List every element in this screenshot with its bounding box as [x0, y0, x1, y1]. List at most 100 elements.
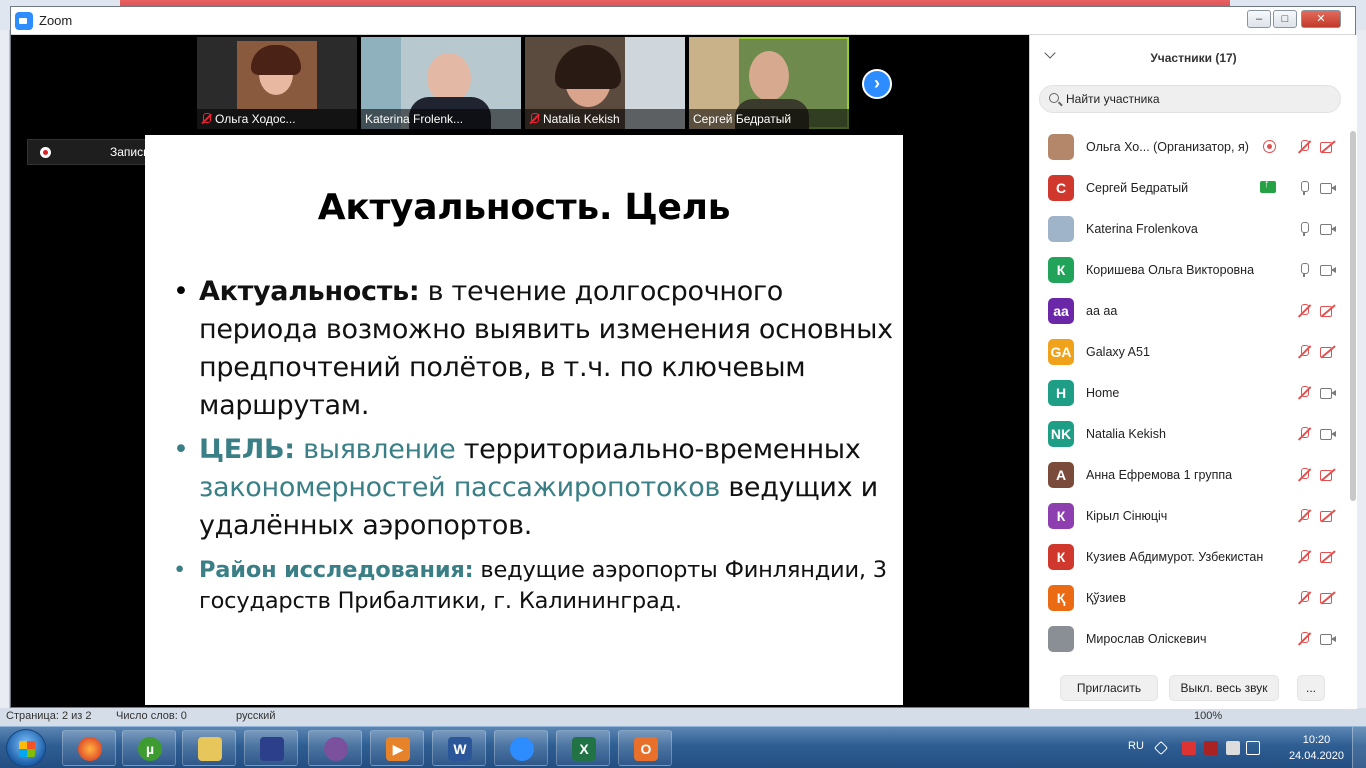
system-tray: RU 10:20 24.04.2020	[1120, 727, 1366, 768]
taskbar-outlook[interactable]: O	[618, 730, 672, 766]
camera-off-icon[interactable]	[1320, 345, 1336, 359]
taskbar-firefox[interactable]	[62, 730, 116, 766]
participant-row[interactable]: К Коришева Ольга Викторовна	[1030, 250, 1342, 291]
camera-icon[interactable]	[1320, 632, 1336, 646]
camera-off-icon[interactable]	[1320, 304, 1336, 318]
taskbar-utorrent[interactable]: µ	[122, 730, 176, 766]
participant-row[interactable]: H Home	[1030, 373, 1342, 414]
close-button[interactable]: ✕	[1301, 10, 1341, 28]
microphone-muted-icon[interactable]	[1296, 427, 1312, 441]
participant-row[interactable]: С Сергей Бедратый	[1030, 168, 1342, 209]
microphone-icon[interactable]	[1296, 181, 1312, 195]
video-thumb-3[interactable]: Natalia Kekish	[525, 37, 685, 129]
participant-row[interactable]: aa aa aa	[1030, 291, 1342, 332]
more-button[interactable]: ...	[1297, 675, 1325, 701]
video-thumb-4-active[interactable]: Сергей Бедратый	[689, 37, 849, 129]
tray-arrow-icon[interactable]	[1153, 740, 1169, 756]
microphone-muted-icon[interactable]	[1296, 345, 1312, 359]
word-zoom-level[interactable]: 100%	[1194, 710, 1222, 722]
participant-name: Мирослав Оліскевич	[1086, 632, 1207, 646]
mute-all-button[interactable]: Выкл. весь звук	[1169, 675, 1279, 701]
microphone-icon[interactable]	[1296, 222, 1312, 236]
taskbar-word[interactable]: W	[432, 730, 486, 766]
participants-panel: Участники (17) Найти участника Ольга Хо.…	[1029, 35, 1357, 709]
volume-icon[interactable]	[1246, 741, 1260, 755]
camera-icon[interactable]	[1320, 263, 1336, 277]
clock-date: 24.04.2020	[1288, 750, 1344, 762]
slide-title: Актуальность. Цель	[317, 187, 731, 228]
taskbar-excel[interactable]: X	[556, 730, 610, 766]
microphone-muted-icon[interactable]	[1296, 591, 1312, 605]
taskbar-viber[interactable]	[308, 730, 362, 766]
participant-name: Natalia Kekish	[1086, 427, 1166, 441]
participant-name: Кузиев Абдимурот. Узбекистан	[1086, 550, 1264, 564]
slide-bullets: Актуальность: в течение долгосрочного пе…	[173, 273, 893, 617]
taskbar-zoom[interactable]	[494, 730, 548, 766]
clock-time: 10:20	[1302, 734, 1331, 746]
word-icon: W	[448, 737, 472, 761]
participant-row[interactable]: К Кірыл Сінюціч	[1030, 496, 1342, 537]
camera-off-icon[interactable]	[1320, 591, 1336, 605]
participant-face	[749, 51, 789, 101]
microphone-muted-icon[interactable]	[1296, 632, 1312, 646]
minimize-button[interactable]: –	[1247, 10, 1271, 28]
participant-search-input[interactable]: Найти участника	[1039, 85, 1341, 113]
microphone-muted-icon[interactable]	[1296, 140, 1312, 154]
record-icon	[40, 147, 51, 158]
participant-name: Қўзиев	[1086, 591, 1126, 605]
zoom-logo-icon	[15, 12, 33, 30]
avatar: К	[1048, 544, 1074, 570]
participant-row[interactable]: А Анна Ефремова 1 группа	[1030, 455, 1342, 496]
language-indicator[interactable]: RU	[1128, 740, 1144, 752]
invite-button[interactable]: Пригласить	[1060, 675, 1158, 701]
microphone-muted-icon[interactable]	[1296, 386, 1312, 400]
participant-row[interactable]: К Кузиев Абдимурот. Узбекистан	[1030, 537, 1342, 578]
participant-name: Ольга Хо... (Организатор, я)	[1086, 140, 1249, 154]
network-icon[interactable]	[1226, 741, 1240, 755]
camera-icon[interactable]	[1320, 222, 1336, 236]
recording-icon	[1263, 140, 1276, 153]
folder-icon	[198, 737, 222, 761]
video-thumb-label: Natalia Kekish	[525, 109, 685, 129]
utorrent-icon: µ	[138, 737, 162, 761]
camera-off-icon[interactable]	[1320, 509, 1336, 523]
participants-list: Ольга Хо... (Организатор, я) С Сергей Бедр…	[1030, 127, 1342, 667]
participant-row[interactable]: Қ Қўзиев	[1030, 578, 1342, 619]
show-desktop-button[interactable]	[1352, 727, 1366, 768]
microphone-muted-icon[interactable]	[1296, 304, 1312, 318]
avatar: aa	[1048, 298, 1074, 324]
camera-icon[interactable]	[1320, 386, 1336, 400]
participant-row[interactable]: Мирослав Оліскевич	[1030, 619, 1342, 660]
participant-row[interactable]: Katerina Frolenkova	[1030, 209, 1342, 250]
camera-icon[interactable]	[1320, 181, 1336, 195]
microphone-muted-icon[interactable]	[1296, 509, 1312, 523]
clock[interactable]: 10:20 24.04.2020	[1289, 732, 1344, 764]
video-thumb-label: Katerina Frolenk...	[361, 109, 521, 129]
participants-scrollbar[interactable]	[1350, 131, 1356, 501]
microphone-muted-icon[interactable]	[1296, 550, 1312, 564]
participant-row[interactable]: NK Natalia Kekish	[1030, 414, 1342, 455]
participant-row[interactable]: GA Galaxy A51	[1030, 332, 1342, 373]
camera-icon[interactable]	[1320, 427, 1336, 441]
microphone-icon[interactable]	[1296, 263, 1312, 277]
mic-muted-icon	[529, 113, 539, 125]
word-language[interactable]: русский	[236, 710, 275, 722]
camera-off-icon[interactable]	[1320, 140, 1336, 154]
next-videos-arrow-icon[interactable]: ›	[862, 69, 892, 99]
video-thumb-2[interactable]: Katerina Frolenk...	[361, 37, 521, 129]
taskbar-save[interactable]	[244, 730, 298, 766]
microphone-muted-icon[interactable]	[1296, 468, 1312, 482]
start-button[interactable]	[6, 729, 46, 767]
participant-row[interactable]: Ольга Хо... (Организатор, я)	[1030, 127, 1342, 168]
maximize-button[interactable]: □	[1273, 10, 1297, 28]
antivirus-icon[interactable]	[1182, 741, 1196, 755]
avatar: С	[1048, 175, 1074, 201]
taskbar-explorer[interactable]	[182, 730, 236, 766]
participant-face	[427, 53, 471, 103]
participant-hair	[251, 45, 301, 75]
camera-off-icon[interactable]	[1320, 550, 1336, 564]
taskbar-media-player[interactable]: ▶	[370, 730, 424, 766]
video-thumb-1[interactable]: Ольга Ходос...	[197, 37, 357, 129]
security-icon[interactable]	[1204, 741, 1218, 755]
camera-off-icon[interactable]	[1320, 468, 1336, 482]
